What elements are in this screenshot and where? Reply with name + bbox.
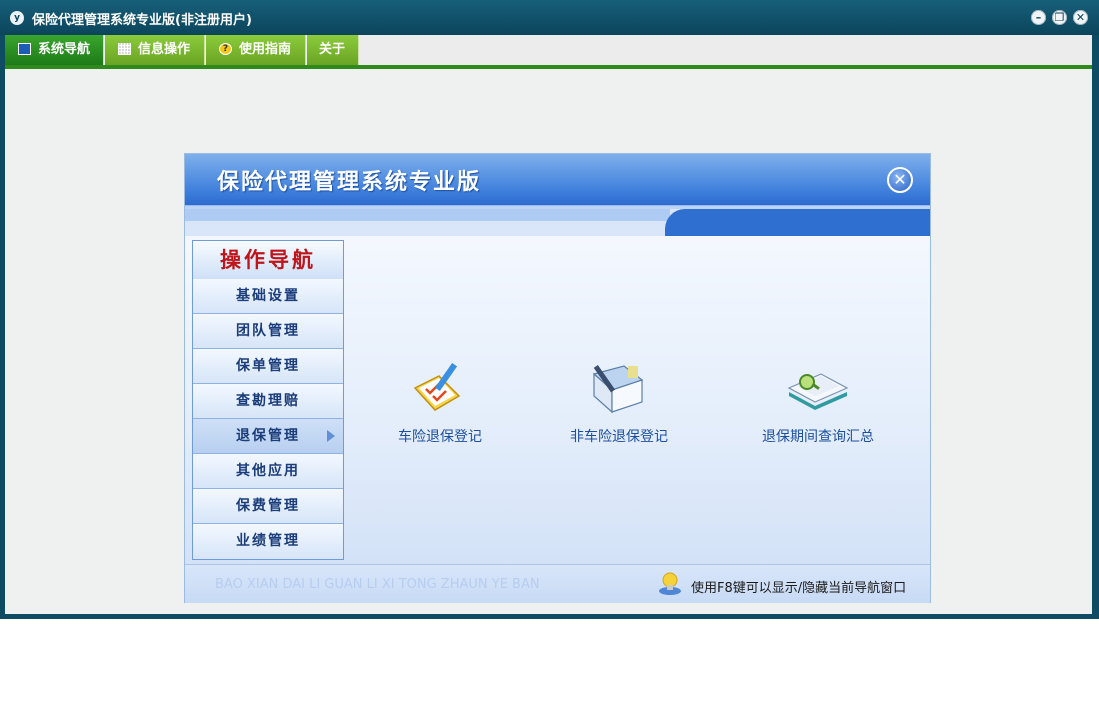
function-vehicle-surrender[interactable]: 车险退保登记: [390, 358, 490, 446]
function-label: 非车险退保登记: [570, 429, 668, 445]
close-icon: ✕: [893, 170, 907, 189]
menu-user-guide[interactable]: ? 使用指南: [206, 35, 306, 65]
nav-item-claims[interactable]: 查勘理赔: [193, 384, 343, 419]
minimize-button[interactable]: –: [1031, 10, 1046, 25]
nav-item-premium-management[interactable]: 保费管理: [193, 489, 343, 524]
menu-bar: 系统导航 信息操作 ? 使用指南 关于: [5, 35, 1092, 65]
menu-label: 使用指南: [239, 42, 292, 57]
function-non-vehicle-surrender[interactable]: 非车险退保登记: [559, 358, 679, 446]
nav-item-label: 业绩管理: [236, 533, 300, 549]
app-logo-icon: y: [10, 11, 24, 25]
lightbulb-icon: [657, 571, 683, 597]
grid-icon: [118, 43, 131, 55]
nav-item-label: 其他应用: [236, 463, 300, 479]
title-bar[interactable]: y 保险代理管理系统专业版(非注册用户) – ❐ ✕: [0, 0, 1099, 35]
navigation-panel: 保险代理管理系统专业版 ✕ 操作导航 基础设置 团队管理 保单管理 查勘理赔 退…: [184, 153, 931, 603]
function-surrender-period-query[interactable]: 退保期间查询汇总: [753, 358, 883, 446]
panel-close-button[interactable]: ✕: [887, 167, 913, 193]
function-label: 车险退保登记: [398, 429, 482, 445]
menu-label: 系统导航: [38, 42, 91, 57]
nav-item-performance-management[interactable]: 业绩管理: [193, 524, 343, 559]
app-window: y 保险代理管理系统专业版(非注册用户) – ❐ ✕ 系统导航 信息操作 ? 使…: [0, 0, 1099, 619]
nav-item-label: 查勘理赔: [236, 393, 300, 409]
header-decoration: [185, 209, 670, 221]
header-decoration: [665, 209, 930, 236]
close-window-button[interactable]: ✕: [1073, 10, 1088, 25]
menu-about[interactable]: 关于: [307, 35, 359, 65]
nav-item-label: 基础设置: [236, 288, 300, 304]
nav-item-basic-settings[interactable]: 基础设置: [193, 279, 343, 314]
nav-item-label: 保费管理: [236, 498, 300, 514]
menu-label: 信息操作: [138, 42, 191, 57]
close-icon: ✕: [1075, 11, 1086, 24]
minimize-icon: –: [1035, 11, 1042, 24]
footer-subtitle: BAO XIAN DAI LI GUAN LI XI TONG ZHAUN YE…: [215, 577, 540, 592]
window-title: 保险代理管理系统专业版(非注册用户): [32, 13, 252, 28]
panel-header: 保险代理管理系统专业版 ✕: [185, 154, 930, 236]
nav-item-policy-management[interactable]: 保单管理: [193, 349, 343, 384]
menu-system-navigation[interactable]: 系统导航: [5, 35, 104, 65]
menu-label: 关于: [319, 42, 346, 57]
notebook-pen-icon: [588, 358, 650, 416]
restore-button[interactable]: ❐: [1052, 10, 1067, 25]
panel-body: 操作导航 基础设置 团队管理 保单管理 查勘理赔 退保管理 其他应用 保费管理 …: [185, 236, 930, 564]
search-book-icon: [787, 358, 849, 416]
nav-item-label: 团队管理: [236, 323, 300, 339]
monitor-icon: [18, 43, 31, 55]
restore-icon: ❐: [1054, 11, 1065, 24]
nav-item-other-apps[interactable]: 其他应用: [193, 454, 343, 489]
pencil-checklist-icon: [409, 358, 471, 416]
nav-item-surrender-management[interactable]: 退保管理: [193, 419, 343, 454]
nav-item-team-management[interactable]: 团队管理: [193, 314, 343, 349]
operation-nav: 操作导航 基础设置 团队管理 保单管理 查勘理赔 退保管理 其他应用 保费管理 …: [192, 240, 344, 560]
menu-info-operation[interactable]: 信息操作: [105, 35, 205, 65]
panel-footer: BAO XIAN DAI LI GUAN LI XI TONG ZHAUN YE…: [185, 564, 930, 603]
panel-title: 保险代理管理系统专业版: [217, 170, 482, 195]
nav-title: 操作导航: [193, 241, 343, 280]
nav-item-label: 退保管理: [236, 428, 300, 444]
footer-tip: 使用F8键可以显示/隐藏当前导航窗口: [691, 581, 907, 596]
help-icon: ?: [219, 43, 232, 55]
nav-item-label: 保单管理: [236, 358, 300, 374]
function-label: 退保期间查询汇总: [762, 429, 874, 445]
arrow-right-icon: [327, 430, 335, 442]
